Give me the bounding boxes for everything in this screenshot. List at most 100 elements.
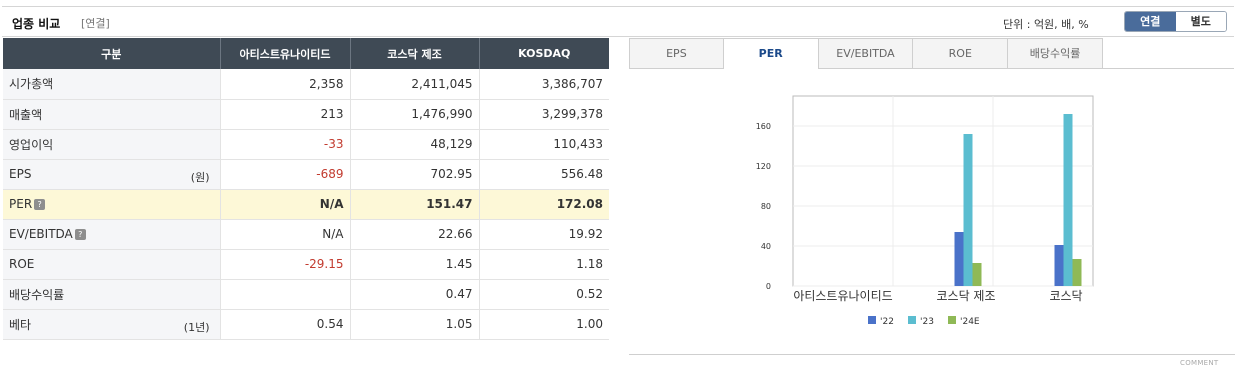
row-label-text: 베타 [9, 317, 32, 332]
table-row: EPS (원) -689 702.95 556.48 [3, 159, 609, 190]
table-cell: 1.00 [479, 309, 609, 340]
table-cell: N/A [220, 219, 351, 250]
table-cell: 1.05 [350, 309, 480, 340]
x-tick-label: 코스닥 [1049, 289, 1082, 303]
table-row: 매출액 213 1,476,990 3,299,378 [3, 99, 609, 130]
tab-ev-ebitda[interactable]: EV/EBITDA [818, 38, 914, 69]
table-cell: -29.15 [220, 249, 351, 280]
bottom-divider [629, 354, 1235, 355]
table-cell: 0.52 [479, 279, 609, 310]
row-label: 매출액 [3, 99, 221, 130]
table-row: 베타 (1년) 0.54 1.05 1.00 [3, 309, 609, 340]
column-header: KOSDAQ [479, 38, 609, 69]
legend-label: '23 [920, 317, 934, 327]
row-label-text: EV/EBITDA [9, 227, 73, 241]
section-title: 업종 비교 [12, 17, 61, 31]
row-label: 베타 (1년) [3, 309, 221, 340]
help-icon[interactable]: ? [34, 199, 46, 210]
table-row: 영업이익 -33 48,129 110,433 [3, 129, 609, 160]
table-cell: 151.47 [350, 189, 480, 220]
table-cell: 172.08 [479, 189, 609, 220]
y-tick-label: 120 [756, 162, 771, 171]
row-unit: (1년) [183, 320, 210, 334]
section-subtitle: [연결] [81, 17, 110, 30]
table-row: ROE -29.15 1.45 1.18 [3, 249, 609, 280]
table-cell: -33 [220, 129, 351, 160]
consolidation-toggle: 연결 별도 [1124, 11, 1227, 32]
table-cell: 1.18 [479, 249, 609, 280]
y-tick-label: 40 [761, 242, 771, 251]
table-cell: 0.54 [220, 309, 351, 340]
table-cell: 1.45 [350, 249, 480, 280]
tab-divider [1103, 68, 1234, 69]
per-bar-chart: 0 40 80 120 160 아티스트유나이티드 코스닥 제조 코스닥 '22 '23 '24E [756, 95, 1094, 327]
column-header: 코스닥 제조 [350, 38, 480, 69]
row-label: EPS (원) [3, 159, 221, 190]
comparison-table: 구분 아티스트유나이티드 코스닥 제조 KOSDAQ 시가총액 2,358 2,41… [3, 38, 609, 340]
bar [1063, 114, 1073, 286]
y-tick-label: 0 [766, 282, 771, 291]
bar [954, 232, 964, 286]
table-cell: 702.95 [350, 159, 480, 190]
table-cell: 19.92 [479, 219, 609, 250]
row-label-text: 영업이익 [9, 137, 54, 152]
table-cell: 22.66 [350, 219, 480, 250]
y-tick-label: 160 [756, 122, 771, 131]
row-unit: (원) [190, 170, 210, 184]
row-label: PER? [3, 189, 221, 220]
table-cell: 2,411,045 [350, 69, 480, 100]
row-label-text: 매출액 [9, 107, 43, 122]
row-label-text: 배당수익률 [9, 287, 65, 302]
row-label-text: PER [9, 197, 33, 211]
table-row: EV/EBITDA? N/A 22.66 19.92 [3, 219, 609, 250]
legend-swatch [948, 316, 956, 324]
table-cell [220, 279, 351, 310]
table-cell: 213 [220, 99, 351, 130]
row-label-text: EPS [9, 167, 32, 181]
comment-link[interactable]: COMMENT [1180, 359, 1219, 367]
bar [1072, 259, 1082, 286]
row-label: EV/EBITDA? [3, 219, 221, 250]
row-label: ROE [3, 249, 221, 280]
legend-label: '22 [880, 317, 894, 327]
table-row: 배당수익률 0.47 0.52 [3, 279, 609, 310]
row-label-text: ROE [9, 257, 35, 271]
table-cell: 556.48 [479, 159, 609, 190]
column-header: 아티스트유나이티드 [220, 38, 351, 69]
row-label: 영업이익 [3, 129, 221, 160]
bar [972, 263, 982, 286]
bar [1054, 245, 1064, 286]
consolidated-button[interactable]: 연결 [1125, 12, 1176, 31]
unit-label: 단위 : 억원, 배, % [1003, 18, 1089, 31]
section-header: 업종 비교 [연결] 단위 : 억원, 배, % 연결 별도 [2, 6, 1234, 37]
legend-swatch [868, 316, 876, 324]
table-cell: -689 [220, 159, 351, 190]
table-cell: 110,433 [479, 129, 609, 160]
table-row: 시가총액 2,358 2,411,045 3,386,707 [3, 69, 609, 100]
row-label: 배당수익률 [3, 279, 221, 310]
table-row: PER? N/A 151.47 172.08 [3, 189, 609, 220]
y-tick-label: 80 [761, 202, 771, 211]
help-icon[interactable]: ? [74, 229, 86, 240]
tab-eps[interactable]: EPS [629, 38, 724, 69]
bar [963, 134, 973, 286]
separate-button[interactable]: 별도 [1175, 12, 1226, 31]
table-cell: 3,386,707 [479, 69, 609, 100]
table-cell: 2,358 [220, 69, 351, 100]
tab-roe[interactable]: ROE [913, 38, 1009, 69]
table-header-row: 구분 아티스트유나이티드 코스닥 제조 KOSDAQ [3, 38, 609, 69]
row-label: 시가총액 [3, 69, 221, 100]
tab-per[interactable]: PER [723, 38, 819, 69]
table-cell: N/A [220, 189, 351, 220]
metric-tabs: EPS PER EV/EBITDA ROE 배당수익률 [629, 38, 1103, 69]
plot-frame [792, 95, 1094, 287]
x-tick-label: 코스닥 제조 [936, 289, 995, 303]
x-tick-label: 아티스트유나이티드 [793, 289, 892, 303]
legend-swatch [908, 316, 916, 324]
table-cell: 3,299,378 [479, 99, 609, 130]
legend-label: '24E [960, 317, 980, 327]
table-cell: 0.47 [350, 279, 480, 310]
table-cell: 1,476,990 [350, 99, 480, 130]
tab--[interactable]: 배당수익률 [1008, 38, 1103, 69]
table-cell: 48,129 [350, 129, 480, 160]
